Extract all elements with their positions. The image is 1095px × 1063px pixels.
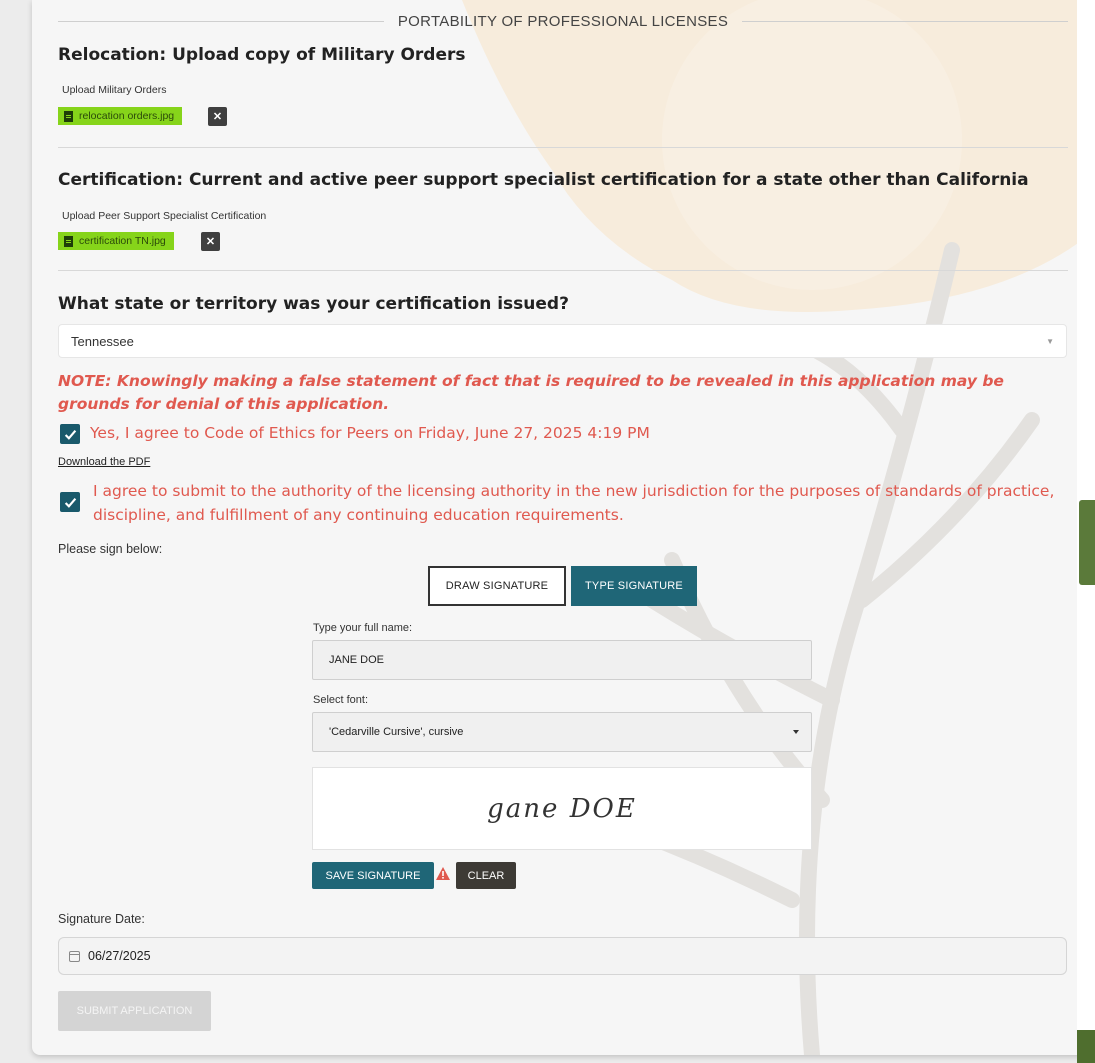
- certification-heading: Certification: Current and active peer s…: [58, 170, 1029, 190]
- ethics-checkbox[interactable]: [60, 424, 80, 444]
- remove-orders-button[interactable]: ✕: [208, 107, 227, 126]
- font-selected-value: 'Cedarville Cursive', cursive: [329, 726, 464, 738]
- false-statement-note: NOTE: Knowingly making a false statement…: [58, 372, 1004, 413]
- type-signature-tab[interactable]: TYPE SIGNATURE: [571, 566, 697, 606]
- download-pdf-link[interactable]: Download the PDF: [58, 456, 150, 468]
- save-signature-button[interactable]: SAVE SIGNATURE: [312, 862, 434, 889]
- state-question: What state or territory was your certifi…: [58, 294, 569, 314]
- authority-agree-line2: discipline, and fulfillment of any conti…: [93, 506, 624, 524]
- upload-orders-label: Upload Military Orders: [62, 84, 167, 96]
- calendar-icon: [69, 950, 80, 962]
- application-card: [32, 0, 1095, 1055]
- state-select[interactable]: Tennessee ▼: [58, 324, 1067, 358]
- chevron-down-icon: ▼: [1046, 336, 1054, 346]
- submit-application-button[interactable]: SUBMIT APPLICATION: [58, 991, 211, 1031]
- signature-preview-text: gane DOE: [487, 793, 637, 824]
- signature-date-value: 06/27/2025: [88, 949, 151, 963]
- page-edge: [1077, 0, 1095, 1063]
- clear-button[interactable]: CLEAR: [456, 862, 516, 889]
- close-icon: ✕: [205, 236, 216, 248]
- divider: [58, 270, 1068, 271]
- font-select[interactable]: 'Cedarville Cursive', cursive: [312, 712, 812, 752]
- signature-date-label: Signature Date:: [58, 912, 145, 926]
- authority-agree-line1: I agree to submit to the authority of th…: [93, 482, 1055, 500]
- full-name-label: Type your full name:: [313, 622, 413, 634]
- relocation-heading: Relocation: Upload copy of Military Orde…: [58, 45, 466, 65]
- ethics-agree-label: Yes, I agree to Code of Ethics for Peers…: [90, 424, 650, 442]
- warning-icon: [436, 867, 450, 880]
- background-decoration: [462, 0, 1095, 1055]
- section-title: PORTABILITY OF PROFESSIONAL LICENSES: [397, 12, 729, 30]
- checkmark-icon: [64, 497, 76, 508]
- chevron-down-icon: [793, 730, 799, 734]
- section-divider: PORTABILITY OF PROFESSIONAL LICENSES: [58, 10, 1068, 32]
- font-label: Select font:: [313, 694, 369, 706]
- checkmark-icon: [64, 429, 76, 440]
- orders-file-name: relocation orders.jpg: [79, 110, 175, 122]
- upload-certification-label: Upload Peer Support Specialist Certifica…: [62, 210, 267, 222]
- full-name-input[interactable]: JANE DOE: [312, 640, 812, 680]
- close-icon: ✕: [212, 111, 223, 123]
- edge-accent-bottom: [1077, 1030, 1095, 1063]
- signature-date-field[interactable]: 06/27/2025: [58, 937, 1067, 975]
- remove-certification-button[interactable]: ✕: [201, 232, 220, 251]
- orders-file-chip[interactable]: relocation orders.jpg: [58, 107, 183, 125]
- draw-signature-tab[interactable]: DRAW SIGNATURE: [428, 566, 566, 606]
- certification-file-name: certification TN.jpg: [79, 235, 166, 247]
- state-selected-value: Tennessee: [71, 333, 134, 349]
- authority-checkbox[interactable]: [60, 492, 80, 512]
- edge-accent: [1079, 500, 1095, 585]
- file-icon: [64, 235, 73, 247]
- certification-file-chip[interactable]: certification TN.jpg: [58, 232, 174, 250]
- file-icon: [64, 110, 73, 122]
- full-name-value: JANE DOE: [329, 654, 385, 666]
- signature-preview: gane DOE: [312, 767, 812, 850]
- sign-prompt: Please sign below:: [58, 542, 163, 556]
- divider: [58, 147, 1068, 148]
